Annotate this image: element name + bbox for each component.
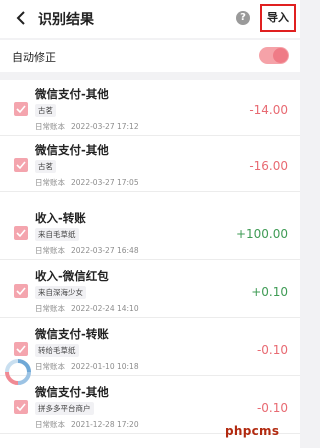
record-amount: -16.00 [249, 159, 288, 173]
record-amount: +0.10 [251, 285, 288, 299]
item-checkbox[interactable] [14, 102, 28, 116]
record-category: 微信支付-其他 [35, 87, 109, 101]
record-merchant: 来自深海少女 [35, 286, 86, 299]
record-meta: 日常账本 2022-02-24 14:10 [35, 303, 145, 314]
record-meta: 日常账本 2022-03-27 17:05 [35, 177, 145, 188]
back-arrow-icon[interactable] [12, 8, 32, 28]
record-category: 收入-转账 [35, 211, 86, 225]
record-time: 2022-03-27 17:05 [71, 178, 139, 187]
record-category: 微信支付-转账 [35, 327, 109, 341]
record-book: 日常账本 [35, 362, 65, 371]
record-meta: 日常账本 2022-01-10 10:18 [35, 361, 145, 372]
record-book: 日常账本 [35, 178, 65, 187]
record-meta: 日常账本 2022-03-27 16:48 [35, 245, 145, 256]
record-merchant: 古茗 [35, 160, 56, 173]
record-merchant: 来自毛草纸 [35, 228, 79, 241]
record-time: 2021-12-28 17:20 [71, 420, 139, 429]
item-checkbox[interactable] [14, 400, 28, 414]
loading-spinner-icon [5, 359, 31, 385]
record-book: 日常账本 [35, 122, 65, 131]
record-list: 微信支付-其他 古茗 日常账本 2022-03-27 17:12 -14.00 微… [0, 80, 300, 448]
record-item[interactable]: 收入-转账 来自毛草纸 日常账本 2022-03-27 16:48 +100.00 [0, 204, 300, 260]
record-merchant: 转给毛草纸 [35, 344, 79, 357]
record-book: 日常账本 [35, 420, 65, 429]
top-bar: 识别结果 ? 导入 [0, 0, 300, 38]
auto-fix-toggle[interactable] [259, 47, 289, 64]
import-button[interactable]: 导入 [260, 4, 296, 32]
item-checkbox[interactable] [14, 284, 28, 298]
record-meta: 日常账本 2022-03-27 17:12 [35, 121, 145, 132]
page-title: 识别结果 [38, 12, 94, 28]
record-time: 2022-03-27 17:12 [71, 122, 139, 131]
record-category: 微信支付-其他 [35, 385, 109, 399]
record-amount: -14.00 [249, 103, 288, 117]
item-checkbox[interactable] [14, 342, 28, 356]
record-time: 2022-01-10 10:18 [71, 362, 139, 371]
record-time: 2022-02-24 14:10 [71, 304, 139, 313]
toggle-knob [273, 48, 288, 63]
record-category: 微信支付-其他 [35, 143, 109, 157]
item-checkbox[interactable] [14, 158, 28, 172]
record-merchant: 古茗 [35, 104, 56, 117]
record-merchant: 拼多多平台商户 [35, 402, 94, 415]
record-item[interactable]: 微信支付-转账 转给毛草纸 日常账本 2022-01-10 10:18 -0.10 [0, 320, 300, 376]
record-amount: -0.10 [256, 401, 288, 415]
record-item[interactable]: 收入-微信红包 来自深海少女 日常账本 2022-02-24 14:10 +0.1… [0, 262, 300, 318]
record-amount: -0.10 [256, 343, 288, 357]
record-amount: +100.00 [235, 227, 288, 241]
item-checkbox[interactable] [14, 226, 28, 240]
record-category: 收入-微信红包 [35, 269, 109, 283]
help-icon[interactable]: ? [236, 11, 250, 25]
record-book: 日常账本 [35, 304, 65, 313]
record-item[interactable]: 微信支付-其他 古茗 日常账本 2022-03-27 17:05 -16.00 [0, 136, 300, 192]
watermark: phpcms [225, 424, 280, 438]
auto-fix-row: 自动修正 [0, 40, 300, 72]
record-time: 2022-03-27 16:48 [71, 246, 139, 255]
record-item[interactable]: 微信支付-其他 古茗 日常账本 2022-03-27 17:12 -14.00 [0, 80, 300, 136]
record-book: 日常账本 [35, 246, 65, 255]
auto-fix-label: 自动修正 [12, 51, 56, 64]
record-meta: 日常账本 2021-12-28 17:20 [35, 419, 145, 430]
